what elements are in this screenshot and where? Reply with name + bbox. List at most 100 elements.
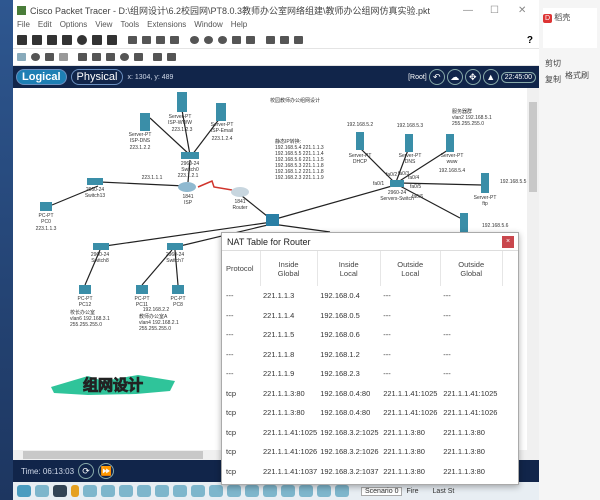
server-dns[interactable] bbox=[405, 134, 413, 152]
select-icon[interactable] bbox=[17, 53, 26, 61]
server-isp-email[interactable] bbox=[216, 103, 226, 121]
scenario-select[interactable]: Scenario 0 bbox=[361, 486, 403, 496]
minimize-button[interactable]: — bbox=[463, 5, 473, 16]
freeform-icon[interactable] bbox=[134, 53, 143, 61]
server-dhcp[interactable] bbox=[356, 132, 364, 150]
maximize-button[interactable]: ☐ bbox=[490, 5, 499, 16]
new-file-icon[interactable] bbox=[17, 35, 27, 45]
open-icon[interactable] bbox=[32, 35, 42, 45]
root-label[interactable]: [Root] bbox=[408, 74, 427, 81]
router-model-icon[interactable] bbox=[119, 485, 133, 497]
network-devices-icon[interactable] bbox=[17, 485, 31, 497]
server-ftp[interactable] bbox=[481, 173, 489, 193]
move-icon[interactable]: ✥ bbox=[464, 69, 481, 85]
resize-icon[interactable] bbox=[59, 53, 68, 61]
cluster-icon[interactable]: ▲ bbox=[482, 69, 499, 85]
back-icon[interactable]: ↶ bbox=[428, 69, 445, 85]
column-header[interactable]: Inside Local bbox=[317, 251, 381, 286]
power-cycle-icon[interactable]: ⟳ bbox=[78, 463, 95, 479]
network-info-icon[interactable] bbox=[280, 36, 289, 44]
pc0[interactable] bbox=[40, 202, 52, 211]
note-icon[interactable] bbox=[78, 53, 87, 61]
format-painter-button[interactable]: 格式刷 bbox=[565, 70, 589, 81]
menu-extensions[interactable]: Extensions bbox=[147, 20, 186, 32]
menu-file[interactable]: File bbox=[17, 20, 30, 32]
connections-icon[interactable] bbox=[71, 485, 79, 497]
router-model-icon[interactable] bbox=[191, 485, 205, 497]
server-6[interactable] bbox=[460, 213, 468, 233]
add-simple-pdu-icon[interactable] bbox=[153, 53, 162, 61]
help-icon[interactable]: ? bbox=[527, 35, 533, 46]
viewport-icon[interactable] bbox=[266, 36, 275, 44]
vertical-scrollbar[interactable] bbox=[527, 88, 539, 460]
zoom-in-icon[interactable] bbox=[190, 36, 199, 44]
undo-icon[interactable] bbox=[156, 36, 165, 44]
rectangle-icon[interactable] bbox=[106, 53, 115, 61]
copy-button[interactable]: 复制 bbox=[545, 74, 561, 85]
column-header[interactable]: Protocol bbox=[223, 251, 261, 286]
router-model-icon[interactable] bbox=[245, 485, 259, 497]
router-isp[interactable] bbox=[178, 182, 196, 192]
multiuser-icon[interactable] bbox=[101, 485, 115, 497]
clock[interactable]: 22:45:00 bbox=[500, 71, 536, 83]
switch0[interactable] bbox=[181, 152, 199, 159]
router-model-icon[interactable] bbox=[173, 485, 187, 497]
delete-icon[interactable] bbox=[45, 53, 54, 61]
router-main[interactable] bbox=[231, 187, 249, 197]
server-www[interactable] bbox=[446, 134, 454, 152]
fast-forward-icon[interactable]: ⏩ bbox=[98, 463, 115, 479]
router-model-icon[interactable] bbox=[335, 485, 349, 497]
logical-tab[interactable]: Logical bbox=[16, 69, 67, 85]
router-model-icon[interactable] bbox=[281, 485, 295, 497]
custom-device-icon[interactable] bbox=[246, 36, 255, 44]
zoom-reset-icon[interactable] bbox=[204, 36, 213, 44]
pc12[interactable] bbox=[79, 285, 91, 294]
save-icon[interactable] bbox=[47, 35, 57, 45]
menu-window[interactable]: Window bbox=[194, 20, 222, 32]
menu-edit[interactable]: Edit bbox=[38, 20, 52, 32]
router-model-icon[interactable] bbox=[227, 485, 241, 497]
line-icon[interactable] bbox=[92, 53, 101, 61]
switch13[interactable] bbox=[87, 178, 103, 185]
image-icon[interactable] bbox=[294, 36, 303, 44]
end-devices-icon[interactable] bbox=[35, 485, 49, 497]
router-model-icon[interactable] bbox=[155, 485, 169, 497]
pc11[interactable] bbox=[136, 285, 148, 294]
zoom-out-icon[interactable] bbox=[218, 36, 227, 44]
servers-switch[interactable] bbox=[390, 180, 404, 187]
router-model-icon[interactable] bbox=[263, 485, 277, 497]
menu-help[interactable]: Help bbox=[231, 20, 247, 32]
drawing-palette-icon[interactable] bbox=[232, 36, 241, 44]
inspect-icon[interactable] bbox=[31, 53, 40, 61]
close-button[interactable]: ✕ bbox=[518, 5, 526, 16]
print-icon[interactable] bbox=[62, 35, 72, 45]
cut-button[interactable]: 剪切 bbox=[545, 58, 561, 69]
menu-tools[interactable]: Tools bbox=[120, 20, 139, 32]
cloud-icon[interactable]: ☁ bbox=[446, 69, 463, 85]
switch8[interactable] bbox=[93, 243, 109, 250]
ellipse-icon[interactable] bbox=[120, 53, 129, 61]
docer-tab[interactable]: 稻壳 bbox=[554, 13, 570, 22]
menu-view[interactable]: View bbox=[95, 20, 112, 32]
info-icon[interactable] bbox=[77, 35, 87, 45]
scroll-thumb[interactable] bbox=[23, 451, 203, 459]
column-header[interactable]: Outside Global bbox=[440, 251, 503, 286]
physical-tab[interactable]: Physical bbox=[70, 69, 124, 85]
pc8[interactable] bbox=[172, 285, 184, 294]
column-header[interactable]: Inside Global bbox=[260, 251, 318, 286]
components-icon[interactable] bbox=[53, 485, 67, 497]
redo-icon[interactable] bbox=[170, 36, 179, 44]
column-header[interactable]: Outside Local bbox=[380, 251, 441, 286]
dialog-close-button[interactable]: × bbox=[502, 236, 514, 248]
server-isp-dns[interactable] bbox=[140, 113, 150, 131]
scroll-thumb[interactable] bbox=[529, 102, 537, 192]
add-complex-pdu-icon[interactable] bbox=[167, 53, 176, 61]
router-model-icon[interactable] bbox=[317, 485, 331, 497]
pdu-icon[interactable] bbox=[107, 35, 117, 45]
router-model-icon[interactable] bbox=[209, 485, 223, 497]
activity-wizard-icon[interactable] bbox=[92, 35, 102, 45]
server-isp-www[interactable] bbox=[177, 92, 187, 112]
router-model-icon[interactable] bbox=[137, 485, 151, 497]
switch7[interactable] bbox=[167, 243, 183, 250]
router-model-icon[interactable] bbox=[299, 485, 313, 497]
